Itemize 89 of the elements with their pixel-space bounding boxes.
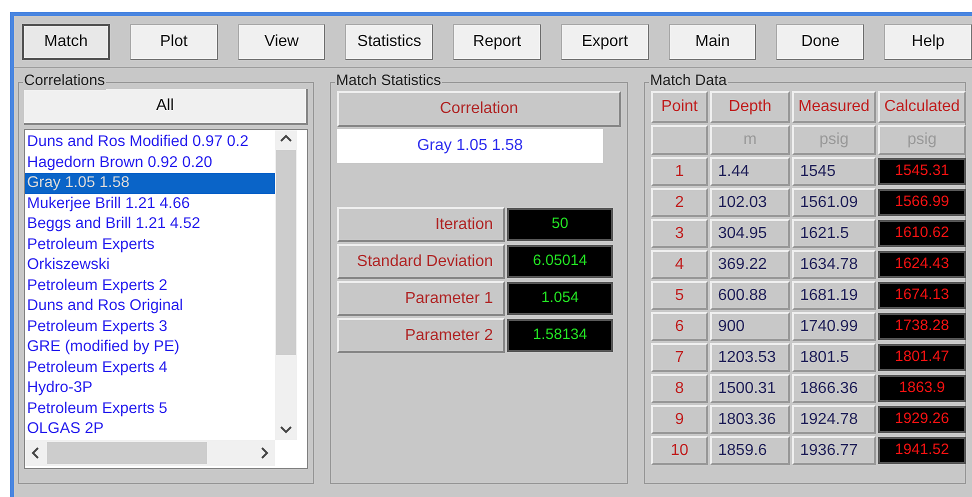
table-cell: 7 [651, 343, 708, 372]
header-cell [651, 125, 708, 155]
scrollbar-thumb[interactable] [276, 150, 296, 355]
correlation-item[interactable]: Petroleum Experts 2 [25, 276, 275, 296]
toolbar-button[interactable]: Report [453, 24, 541, 60]
correlation-item[interactable]: Hydro-3P [25, 378, 275, 398]
toolbar-button[interactable]: View [238, 24, 326, 60]
stat-value: 1.58134 [507, 319, 613, 352]
table-cell: 1866.36 [792, 374, 876, 403]
table-cell: 3 [651, 219, 708, 248]
table-cell: 1801.5 [792, 343, 876, 372]
table-cell: 1203.53 [710, 343, 790, 372]
table-cell: 1681.19 [792, 281, 876, 310]
stat-label: Parameter 1 [337, 281, 505, 316]
table-cell: 4 [651, 250, 708, 279]
table-cell: 1941.52 [878, 437, 966, 464]
toolbar-button[interactable]: Plot [130, 24, 218, 60]
column-header: Calculated [878, 91, 966, 123]
correlation-header: Correlation [337, 91, 621, 127]
table-cell: 600.88 [710, 281, 790, 310]
toolbar-button[interactable]: Statistics [345, 24, 434, 60]
table-cell: 1566.99 [878, 189, 966, 216]
scroll-up-icon[interactable] [280, 134, 292, 142]
toolbar-button[interactable]: Main [668, 24, 756, 60]
stat-label: Standard Deviation [337, 244, 505, 279]
toolbar-button[interactable]: Done [776, 24, 864, 60]
table-cell: 1634.78 [792, 250, 876, 279]
correlation-value: Gray 1.05 1.58 [337, 129, 603, 163]
table-cell: 1.44 [710, 157, 790, 186]
table-cell: 1803.36 [710, 405, 790, 434]
stat-label: Parameter 2 [337, 318, 505, 353]
correlation-item[interactable]: Mukerjee Brill 1.21 4.66 [25, 194, 275, 214]
scrollbar-thumb[interactable] [47, 442, 207, 464]
table-cell: 369.22 [710, 250, 790, 279]
table-cell: 304.95 [710, 219, 790, 248]
scroll-left-icon[interactable] [31, 447, 39, 459]
correlation-item[interactable]: Petroleum Experts 3 [25, 316, 275, 337]
table-cell: 10 [651, 436, 708, 465]
table-cell: 9 [651, 405, 708, 434]
stat-label: Iteration [337, 207, 505, 242]
correlation-item[interactable]: Orkiszewski [25, 255, 275, 276]
table-cell: 1801.47 [878, 344, 966, 371]
correlation-item[interactable]: Petroleum Experts [25, 234, 275, 255]
table-cell: 5 [651, 281, 708, 310]
correlation-item[interactable]: GRE (modified by PE) [25, 337, 275, 358]
all-button[interactable]: All [24, 89, 308, 125]
table-cell: 1 [651, 157, 708, 186]
table-cell: 1545.31 [878, 158, 966, 185]
table-cell: 8 [651, 374, 708, 403]
toolbar-button[interactable]: Export [560, 24, 649, 60]
table-cell: 1929.26 [878, 406, 966, 433]
stat-value: 50 [507, 208, 613, 241]
toolbar-button[interactable]: Help [884, 24, 972, 60]
toolbar-button[interactable]: Match [22, 24, 110, 60]
table-cell: 102.03 [710, 188, 790, 217]
table-cell: 6 [651, 312, 708, 341]
correlation-item[interactable]: OLGAS 2P [25, 419, 275, 440]
table-cell: 1936.77 [792, 436, 876, 465]
table-cell: 1740.99 [792, 312, 876, 341]
correlation-item[interactable]: Beggs and Brill 1.21 4.52 [25, 214, 275, 234]
table-cell: 1674.13 [878, 282, 966, 309]
table-cell: 1863.9 [878, 375, 966, 402]
table-cell: 1924.78 [792, 405, 876, 434]
table-cell: 1545 [792, 157, 876, 186]
correlation-item[interactable]: Duns and Ros Modified 0.97 0.2 [25, 132, 275, 152]
table-cell: 1859.6 [710, 436, 790, 465]
table-cell: 1621.5 [792, 219, 876, 248]
group-title: Correlations [23, 72, 106, 90]
table-cell: 1500.31 [710, 374, 790, 403]
table-cell: 1561.09 [792, 188, 876, 217]
correlation-item[interactable]: Hagedorn Brown 0.92 0.20 [25, 152, 275, 173]
vertical-scrollbar[interactable] [275, 130, 297, 440]
table-cell: 900 [710, 312, 790, 341]
correlation-item[interactable]: Petroleum Experts 4 [25, 358, 275, 378]
correlation-item[interactable]: Gray 1.05 1.58 [25, 173, 275, 194]
correlation-item[interactable]: Petroleum Experts 5 [25, 398, 275, 419]
stat-value: 6.05014 [507, 245, 613, 278]
table-cell: 1610.62 [878, 220, 966, 247]
column-header: Measured [792, 91, 876, 123]
horizontal-scrollbar[interactable] [25, 440, 275, 466]
table-cell: 1738.28 [878, 313, 966, 340]
column-header: Depth [710, 91, 790, 123]
table-cell: 1624.43 [878, 251, 966, 278]
scroll-down-icon[interactable] [280, 426, 292, 434]
scroll-right-icon[interactable] [261, 447, 269, 459]
stat-value: 1.054 [507, 282, 613, 315]
table-cell: 2 [651, 188, 708, 217]
correlation-item[interactable]: Duns and Ros Original [25, 296, 275, 316]
column-header: Point [651, 91, 708, 123]
